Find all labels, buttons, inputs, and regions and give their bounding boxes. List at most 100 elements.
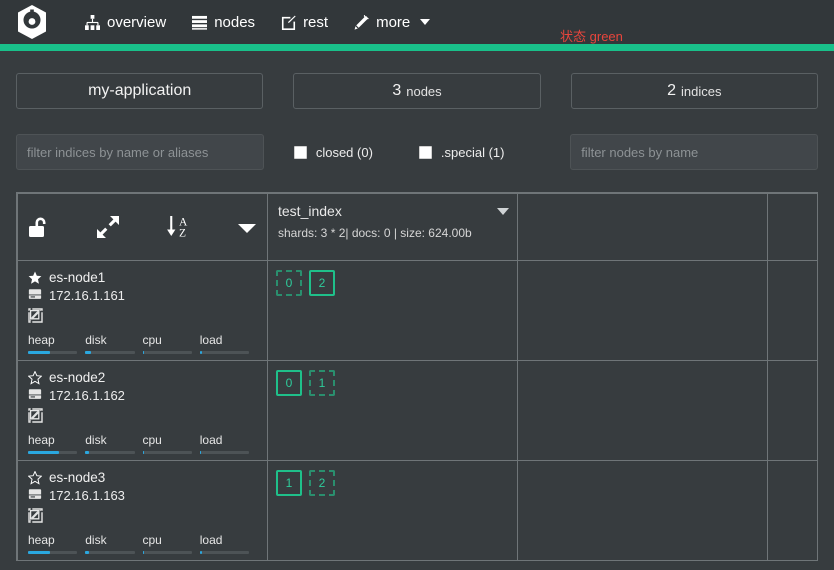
index-filter-input[interactable] (16, 134, 264, 170)
nav-item-more[interactable]: more (341, 5, 443, 40)
metric-load: load (199, 333, 257, 354)
shard-replica[interactable]: 0 (276, 270, 302, 296)
server-list-icon (192, 15, 208, 30)
shard-replica[interactable]: 2 (309, 470, 335, 496)
cluster-name-label: my-application (88, 82, 192, 99)
expand-arrows-icon[interactable] (95, 214, 121, 240)
node-row: es-node1 172.16.1.161 heap disk cpu load 0 2 (17, 260, 817, 361)
checkbox-special-box[interactable] (418, 145, 432, 159)
node-name[interactable]: es-node1 (49, 269, 105, 287)
metric-bar (142, 451, 192, 454)
node-info-cell: es-node2 172.16.1.162 heap disk cpu load (17, 360, 268, 461)
metric-bar (28, 451, 78, 454)
grid-toolbar-cell: A Z (17, 193, 268, 261)
metric-label: heap (28, 533, 55, 547)
chevron-down-icon (420, 19, 431, 25)
chevron-down-icon[interactable] (235, 215, 259, 239)
node-name[interactable]: es-node2 (49, 369, 105, 387)
nodes-count-box[interactable]: 3 nodes (293, 73, 541, 109)
star-outline-icon (27, 470, 43, 485)
node-name[interactable]: es-node3 (49, 469, 105, 487)
cluster-status: 状态 green (560, 26, 623, 45)
shard-replica[interactable]: 1 (309, 370, 335, 396)
metric-bar (85, 351, 135, 354)
metric-bar (199, 451, 249, 454)
grid-header-empty-2 (767, 193, 817, 261)
node-metrics: heap disk cpu load (28, 333, 257, 354)
empty-cell (767, 360, 817, 461)
metric-load: load (199, 433, 257, 454)
star-filled-icon (28, 271, 42, 285)
node-ip: 172.16.1.163 (49, 488, 125, 503)
node-metrics: heap disk cpu load (28, 533, 257, 554)
nav-item-overview[interactable]: overview (72, 5, 179, 40)
metric-label: cpu (142, 333, 162, 347)
unlock-icon[interactable] (26, 214, 52, 240)
index-name[interactable]: test_index (278, 203, 509, 220)
node-filter-input[interactable] (570, 134, 819, 170)
empty-cell (517, 460, 768, 561)
broken-image-icon (28, 308, 43, 323)
metric-bar (142, 351, 192, 354)
nodes-count-value: 3 (392, 82, 402, 99)
cluster-name-box[interactable]: my-application (16, 73, 264, 109)
shard-primary[interactable]: 0 (276, 370, 302, 396)
metric-load: load (199, 533, 257, 554)
cluster-status-label: 状态 (560, 29, 587, 44)
sort-alpha-icon[interactable]: A Z (164, 213, 192, 241)
metric-label: load (199, 333, 223, 347)
metric-fill (28, 351, 51, 354)
app-logo[interactable] (8, 4, 56, 40)
metric-label: heap (28, 333, 55, 347)
metric-label: cpu (142, 533, 162, 547)
nav-label-rest: rest (303, 13, 329, 31)
shard-cell: 02 (267, 260, 518, 361)
shard-primary[interactable]: 1 (276, 470, 302, 496)
index-menu-chevron-down-icon[interactable] (497, 208, 509, 215)
cluster-grid: A Z test_index shards: 3 * 2| docs: 0 | … (16, 192, 818, 561)
nodes-count-label: nodes (406, 83, 442, 99)
node-info-cell: es-node3 172.16.1.163 heap disk cpu load (17, 460, 268, 561)
nav-item-nodes[interactable]: nodes (179, 5, 268, 40)
metric-fill (85, 551, 90, 554)
node-row: es-node2 172.16.1.162 heap disk cpu load 0 1 (17, 360, 817, 461)
node-ip: 172.16.1.161 (49, 288, 125, 303)
metric-bar (142, 551, 192, 554)
indices-count-box[interactable]: 2 indices (570, 73, 818, 109)
checkbox-closed-box[interactable] (293, 145, 307, 159)
metric-fill (28, 451, 59, 454)
metric-label: cpu (142, 433, 162, 447)
metric-fill (199, 551, 202, 554)
metric-label: disk (85, 533, 107, 547)
node-ip: 172.16.1.162 (49, 388, 125, 403)
index-header-cell: test_index shards: 3 * 2| docs: 0 | size… (267, 193, 518, 261)
metric-disk: disk (85, 533, 142, 554)
metric-fill (85, 351, 91, 354)
svg-text:Z: Z (179, 227, 186, 239)
metric-cpu: cpu (142, 533, 200, 554)
metric-heap: heap (28, 333, 85, 354)
cluster-status-value: green (589, 29, 623, 44)
shard-cell: 12 (267, 460, 518, 561)
checkbox-closed[interactable]: closed (0) (293, 145, 373, 160)
indices-count-value: 2 (667, 82, 677, 99)
nav-item-rest[interactable]: rest (268, 5, 341, 40)
checkbox-special[interactable]: .special (1) (418, 145, 504, 160)
grid-header-row: A Z test_index shards: 3 * 2| docs: 0 | … (17, 193, 817, 261)
shard-primary[interactable]: 2 (309, 270, 335, 296)
navbar-links: overview nodes rest more (72, 5, 443, 40)
index-filter-checkboxes: closed (0) .special (1) (293, 145, 540, 160)
cluster-health-stripe (0, 44, 834, 51)
metric-fill (199, 351, 203, 354)
nav-label-nodes: nodes (214, 13, 256, 31)
metric-label: heap (28, 433, 55, 447)
node-row: es-node3 172.16.1.163 heap disk cpu load 1 2 (17, 460, 817, 561)
hdd-icon (28, 287, 42, 305)
metric-label: disk (85, 433, 107, 447)
metric-bar (85, 551, 135, 554)
metric-cpu: cpu (142, 333, 200, 354)
metric-fill (28, 551, 50, 554)
metric-label: load (199, 433, 223, 447)
cerebro-logo-icon (18, 5, 46, 39)
metric-disk: disk (85, 433, 142, 454)
